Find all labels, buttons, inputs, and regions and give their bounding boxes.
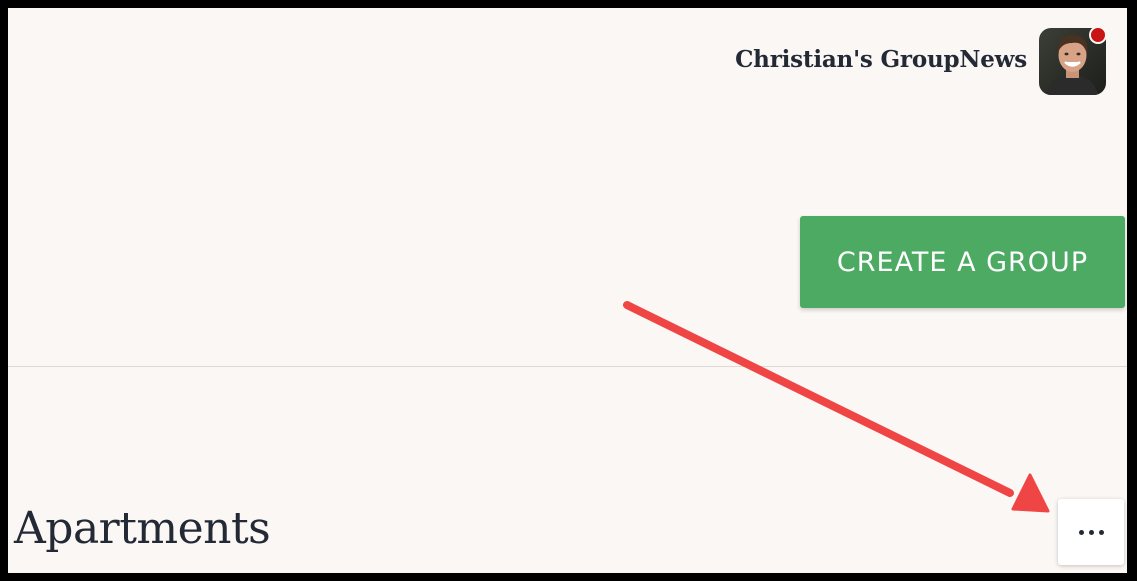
avatar[interactable] xyxy=(1039,26,1107,95)
page-frame: Christian's GroupNews CREATE A GROUP Apa… xyxy=(8,8,1127,573)
more-options-button[interactable] xyxy=(1058,499,1124,565)
site-user-title[interactable]: Christian's GroupNews xyxy=(735,46,1027,73)
create-group-button[interactable]: CREATE A GROUP xyxy=(800,216,1125,308)
more-horizontal-icon xyxy=(1078,529,1104,535)
notification-dot-icon xyxy=(1089,26,1107,44)
section-divider xyxy=(8,366,1127,367)
group-category-title: Apartments xyxy=(14,503,271,554)
